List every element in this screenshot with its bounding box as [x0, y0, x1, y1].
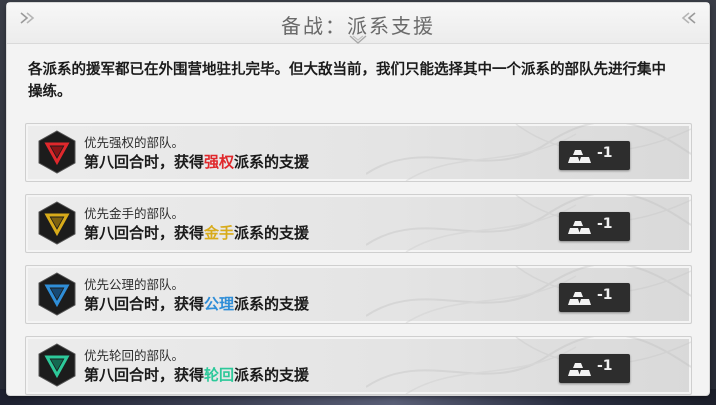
option-text-prefix: 第八回合时，获得	[84, 366, 205, 384]
gold-bars-icon	[568, 221, 591, 234]
option-text-suffix: 派系的支援	[234, 224, 310, 242]
faction-emblem-green-icon	[38, 343, 76, 387]
decorative-swirl	[366, 266, 691, 323]
faction-emblem-red-icon	[38, 130, 76, 174]
cost-badge: -1	[559, 141, 630, 170]
corner-ornament-icon	[681, 12, 696, 24]
option-text-suffix: 派系的支援	[234, 153, 310, 171]
faction-emblem-gold-icon	[38, 201, 76, 245]
option-text-prefix: 第八回合时，获得	[84, 224, 205, 242]
cost-value: -1	[597, 145, 613, 161]
decorative-swirl	[366, 195, 691, 252]
cost-badge: -1	[559, 354, 630, 383]
dialog-header: 备战：派系支援	[7, 3, 709, 44]
support-dialog: 备战：派系支援 各派系的援军都已在外围营地驻扎完毕。但大敌当前，我们只能选择其中…	[7, 3, 709, 395]
option-text-prefix: 第八回合时，获得	[84, 153, 205, 171]
gold-bars-icon	[568, 292, 591, 305]
option-description: 第八回合时，获得公理派系的支援	[84, 293, 309, 314]
faction-name-highlight: 轮回	[204, 366, 235, 384]
faction-name-highlight: 公理	[204, 295, 235, 313]
option-subtitle: 优先金手的部队。	[84, 206, 185, 221]
option-text-prefix: 第八回合时，获得	[84, 295, 205, 313]
title-ornament-icon	[349, 35, 367, 44]
cost-badge: -1	[559, 212, 630, 241]
cost-value: -1	[597, 287, 613, 303]
option-subtitle: 优先轮回的部队。	[84, 348, 185, 363]
gold-bars-icon	[568, 150, 591, 163]
cost-value: -1	[597, 216, 613, 232]
option-text-suffix: 派系的支援	[234, 366, 310, 384]
faction-option-jinshou[interactable]: 优先金手的部队。 第八回合时，获得金手派系的支援 -1	[25, 194, 692, 253]
option-subtitle: 优先公理的部队。	[84, 277, 185, 292]
option-description: 第八回合时，获得强权派系的支援	[84, 151, 309, 172]
option-description: 第八回合时，获得金手派系的支援	[84, 222, 309, 243]
faction-emblem-blue-icon	[38, 272, 76, 316]
cost-badge: -1	[559, 283, 630, 312]
gold-bars-icon	[568, 363, 591, 376]
faction-name-highlight: 强权	[204, 153, 235, 171]
faction-option-gongli[interactable]: 优先公理的部队。 第八回合时，获得公理派系的支援 -1	[25, 265, 692, 324]
dialog-description: 各派系的援军都已在外围营地驻扎完毕。但大敌当前，我们只能选择其中一个派系的部队先…	[28, 62, 666, 100]
cost-value: -1	[597, 358, 613, 374]
faction-option-qiangquan[interactable]: 优先强权的部队。 第八回合时，获得强权派系的支援 -1	[25, 123, 692, 182]
faction-option-lunhui[interactable]: 优先轮回的部队。 第八回合时，获得轮回派系的支援 -1	[25, 336, 692, 395]
option-subtitle: 优先强权的部队。	[84, 135, 185, 150]
decorative-swirl	[366, 124, 691, 181]
faction-name-highlight: 金手	[204, 224, 235, 242]
option-text-suffix: 派系的支援	[234, 295, 310, 313]
decorative-swirl	[366, 337, 691, 394]
option-description: 第八回合时，获得轮回派系的支援	[84, 364, 309, 385]
